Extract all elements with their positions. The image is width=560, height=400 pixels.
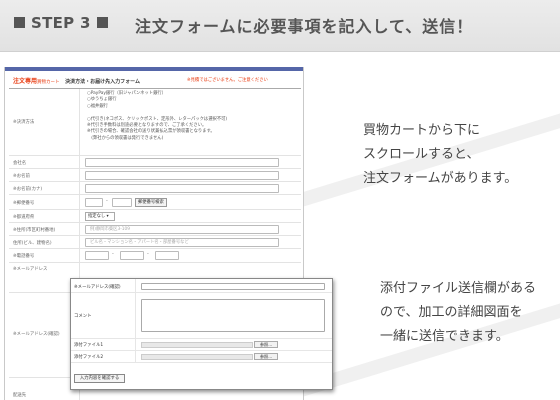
postal-label: ※郵便番号 [13,201,35,206]
phone-input-2[interactable] [120,251,144,260]
comment-textarea[interactable] [141,299,325,332]
postal-input-1[interactable] [85,198,103,207]
prefecture-row: ※都道府県 指定なし ▾ [9,210,301,223]
building-row: 住所(ビル、建物名) ビル名・マンション名・アパート名・部屋番号など [9,236,301,249]
form-heading: 注文専用買物カート 決済方法・お届け先入力フォーム ※見積ではございません。ご注… [13,76,297,86]
file1-label: 添付ファイル1 [74,343,104,348]
file1-input[interactable] [141,342,253,348]
address-input[interactable]: 例)静岡市葵区3-109 [85,225,279,234]
file2-browse-button[interactable]: 参照... [254,353,278,360]
file2-input[interactable] [141,354,253,360]
callout-top-line: 買物カートから下に [363,123,481,138]
file1-row: 添付ファイル1 参照... [71,339,332,351]
square-icon [96,17,108,28]
step-title: 注文フォームに必要事項を記入して、送信！ [135,17,474,36]
payment-label: ※決済方法 [13,120,35,125]
email-confirm-label: ※メールアドレス(確認) [13,332,60,337]
postal-dash: - [106,198,108,204]
phone-row: ※電話番号 - - [9,249,301,263]
form-subheading: 決済方法・お届け先入力フォーム [65,79,140,85]
phone-dash: - [147,251,149,257]
callout-bottom: 添付ファイル送信欄がある ので、加工の詳細図面を 一緒に送信できます。 [380,277,536,349]
kana-row: ※お名前(カナ) [9,182,301,195]
attachment-zoom-panel: ※メールアドレス(確認) コメント 添付ファイル1 参照... 添付ファイル2 … [70,278,333,390]
callout-top-line: 注文フォームがあります。 [363,171,518,186]
callout-top-line: スクロールすると、 [363,147,480,162]
zoom-email-label: ※メールアドレス(確認) [74,285,121,290]
phone-input-1[interactable] [85,251,109,260]
email-confirm-input[interactable] [141,283,325,290]
building-label: 住所(ビル、建物名) [13,241,52,246]
comment-label: コメント [74,314,92,319]
postal-row: ※郵便番号 - 郵便番号検索 [9,195,301,210]
phone-label: ※電話番号 [13,254,35,259]
postal-input-2[interactable] [112,198,132,207]
postal-search-button[interactable]: 郵便番号検索 [135,198,167,207]
form-top-bar [5,67,303,71]
callout-bottom-line: ので、加工の詳細図面を [380,305,523,320]
step-badge: STEP 3 [14,14,108,32]
payment-row: ※決済方法 ○PayPay銀行（旧ジャパンネット銀行） ○ゆうちょ銀行 ○福井銀行 ○… [9,89,301,156]
delivery-label: 配送先 [13,393,27,398]
main-area: 注文専用買物カート 決済方法・お届け先入力フォーム ※見積ではございません。ご注… [0,53,560,400]
building-input[interactable]: ビル名・マンション名・アパート名・部屋番号など [85,238,279,247]
name-label: ※お名前 [13,174,30,179]
confirm-input-button[interactable]: 入力内容を確認する [74,374,125,383]
callout-bottom-line: 添付ファイル送信欄がある [380,281,537,296]
address-row: ※住所(市区町村番地) 例)静岡市葵区3-109 [9,223,301,236]
square-icon [14,17,25,28]
file1-browse-button[interactable]: 参照... [254,341,278,348]
callout-top: 買物カートから下に スクロールすると、 注文フォームがあります。 [363,119,517,191]
file2-row: 添付ファイル2 参照... [71,351,332,363]
payment-option: (弊社からの領収書は発行できません) [87,135,164,141]
company-input[interactable] [85,158,279,167]
address-label: ※住所(市区町村番地) [13,228,56,233]
file2-label: 添付ファイル2 [74,355,104,360]
kana-label: ※お名前(カナ) [13,187,43,192]
phone-dash: - [112,251,114,257]
form-required-note: ※見積ではございません。ご注意ください [187,78,268,83]
payment-option[interactable]: ○福井銀行 [87,104,108,110]
email-label: ※メールアドレス [13,267,48,272]
step-label: STEP 3 [31,14,91,32]
step-header: STEP 3 注文フォームに必要事項を記入して、送信！ [0,0,560,52]
comment-row: コメント [71,293,332,339]
kana-input[interactable] [85,184,279,193]
company-row: 会社名 [9,156,301,169]
form-heading-main: 注文専用 [13,78,38,85]
zoom-email-row: ※メールアドレス(確認) [71,279,332,293]
name-row: ※お名前 [9,169,301,182]
form-heading-small: 買物カート [37,80,60,85]
prefecture-label: ※都道府県 [13,215,35,220]
callout-bottom-line: 一緒に送信できます。 [380,329,509,344]
company-label: 会社名 [13,161,27,166]
name-input[interactable] [85,171,279,180]
phone-input-3[interactable] [155,251,179,260]
prefecture-select[interactable]: 指定なし ▾ [85,212,115,221]
